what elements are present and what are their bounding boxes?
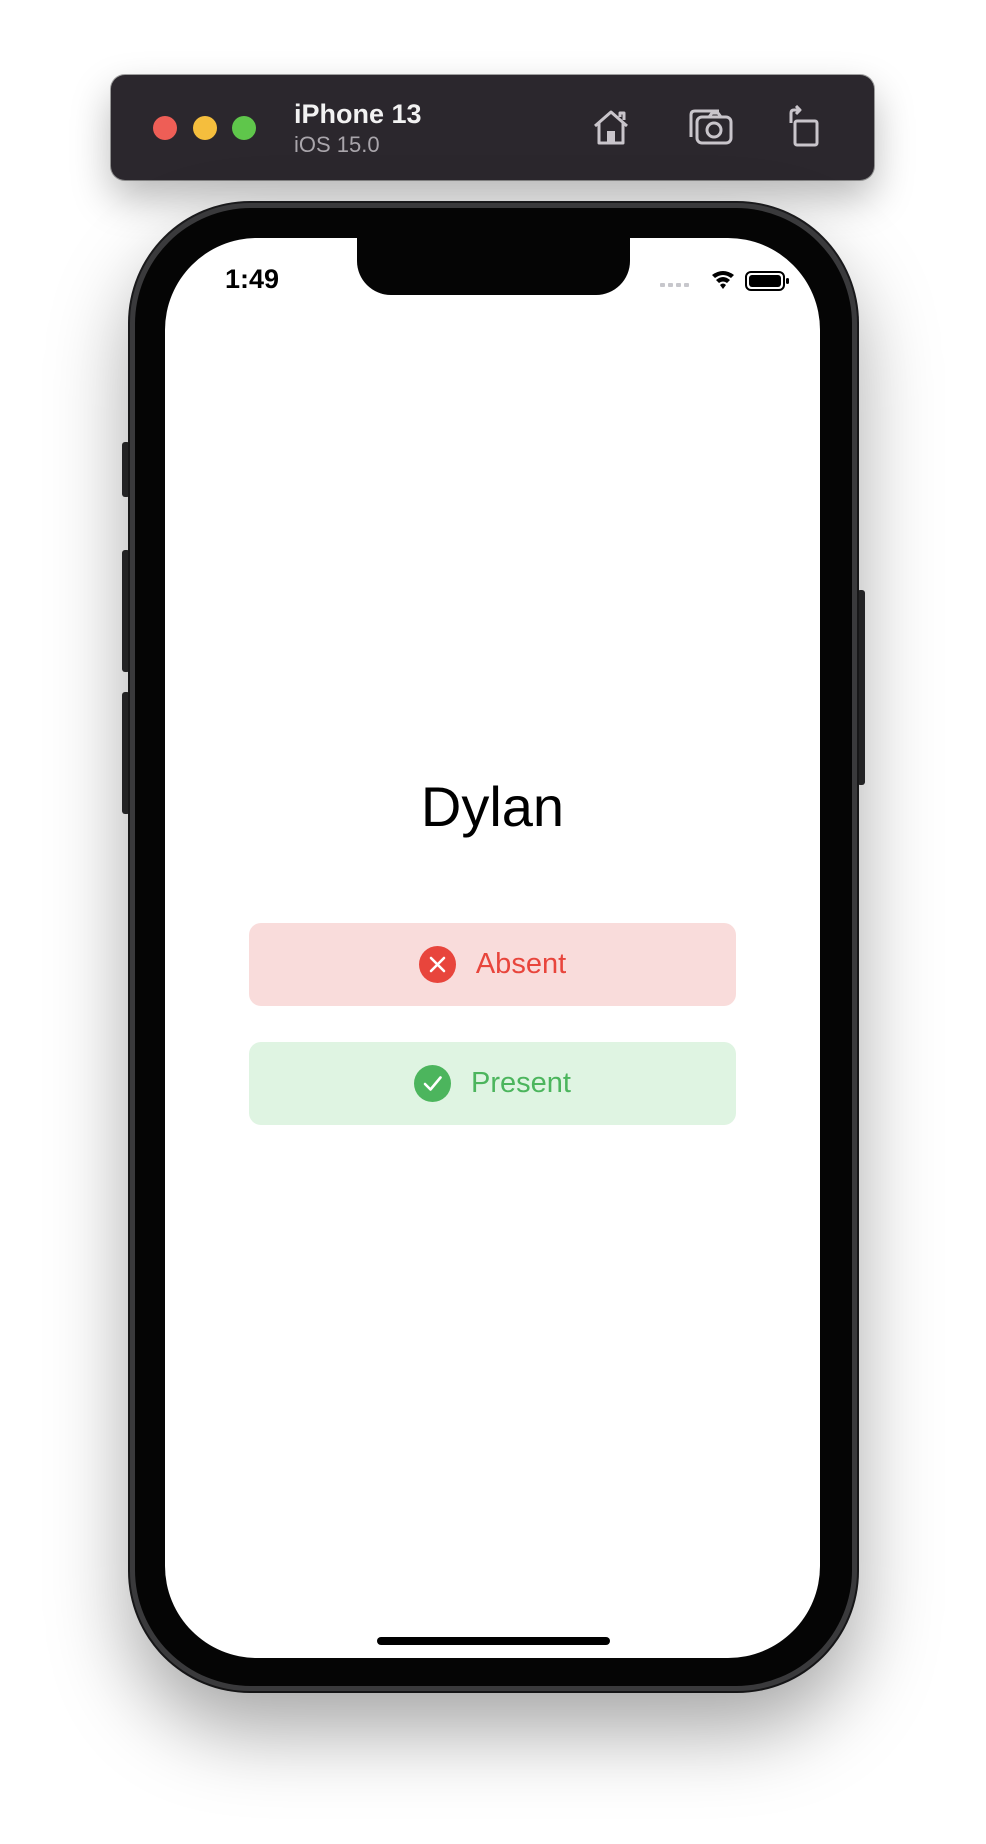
- device-os-version: iOS 15.0: [294, 132, 380, 157]
- student-name: Dylan: [420, 775, 565, 838]
- status-bar-time: 1:49: [225, 264, 280, 294]
- screenshot-icon[interactable]: [687, 105, 735, 149]
- present-button-label: Present: [471, 1067, 571, 1099]
- volume-down-button: [122, 692, 130, 814]
- window-zoom-button[interactable]: [232, 116, 256, 140]
- status-bar-icons: [660, 269, 790, 293]
- window-minimize-button[interactable]: [193, 116, 217, 140]
- home-icon[interactable]: [587, 105, 635, 149]
- rotate-icon[interactable]: [779, 105, 827, 149]
- power-button: [857, 590, 865, 785]
- x-circle-icon: [418, 946, 456, 983]
- absent-button-label: Absent: [475, 948, 567, 980]
- window-close-button[interactable]: [153, 116, 177, 140]
- checkmark-circle-icon: [414, 1065, 452, 1102]
- wifi-icon: [712, 271, 734, 289]
- absent-button[interactable]: Absent: [249, 923, 736, 1006]
- device-name: iPhone 13: [294, 99, 422, 129]
- volume-up-button: [122, 550, 130, 672]
- notch: [357, 238, 630, 295]
- simulator-toolbar: iPhone 13 iOS 15.0: [111, 75, 874, 180]
- home-indicator[interactable]: [377, 1637, 610, 1645]
- cellular-signal-icon: [660, 283, 689, 287]
- phone-screen: 1:49 Dylan Absent Present: [165, 238, 820, 1658]
- mute-switch: [122, 442, 130, 497]
- battery-icon: [745, 271, 789, 291]
- present-button[interactable]: Present: [249, 1042, 736, 1125]
